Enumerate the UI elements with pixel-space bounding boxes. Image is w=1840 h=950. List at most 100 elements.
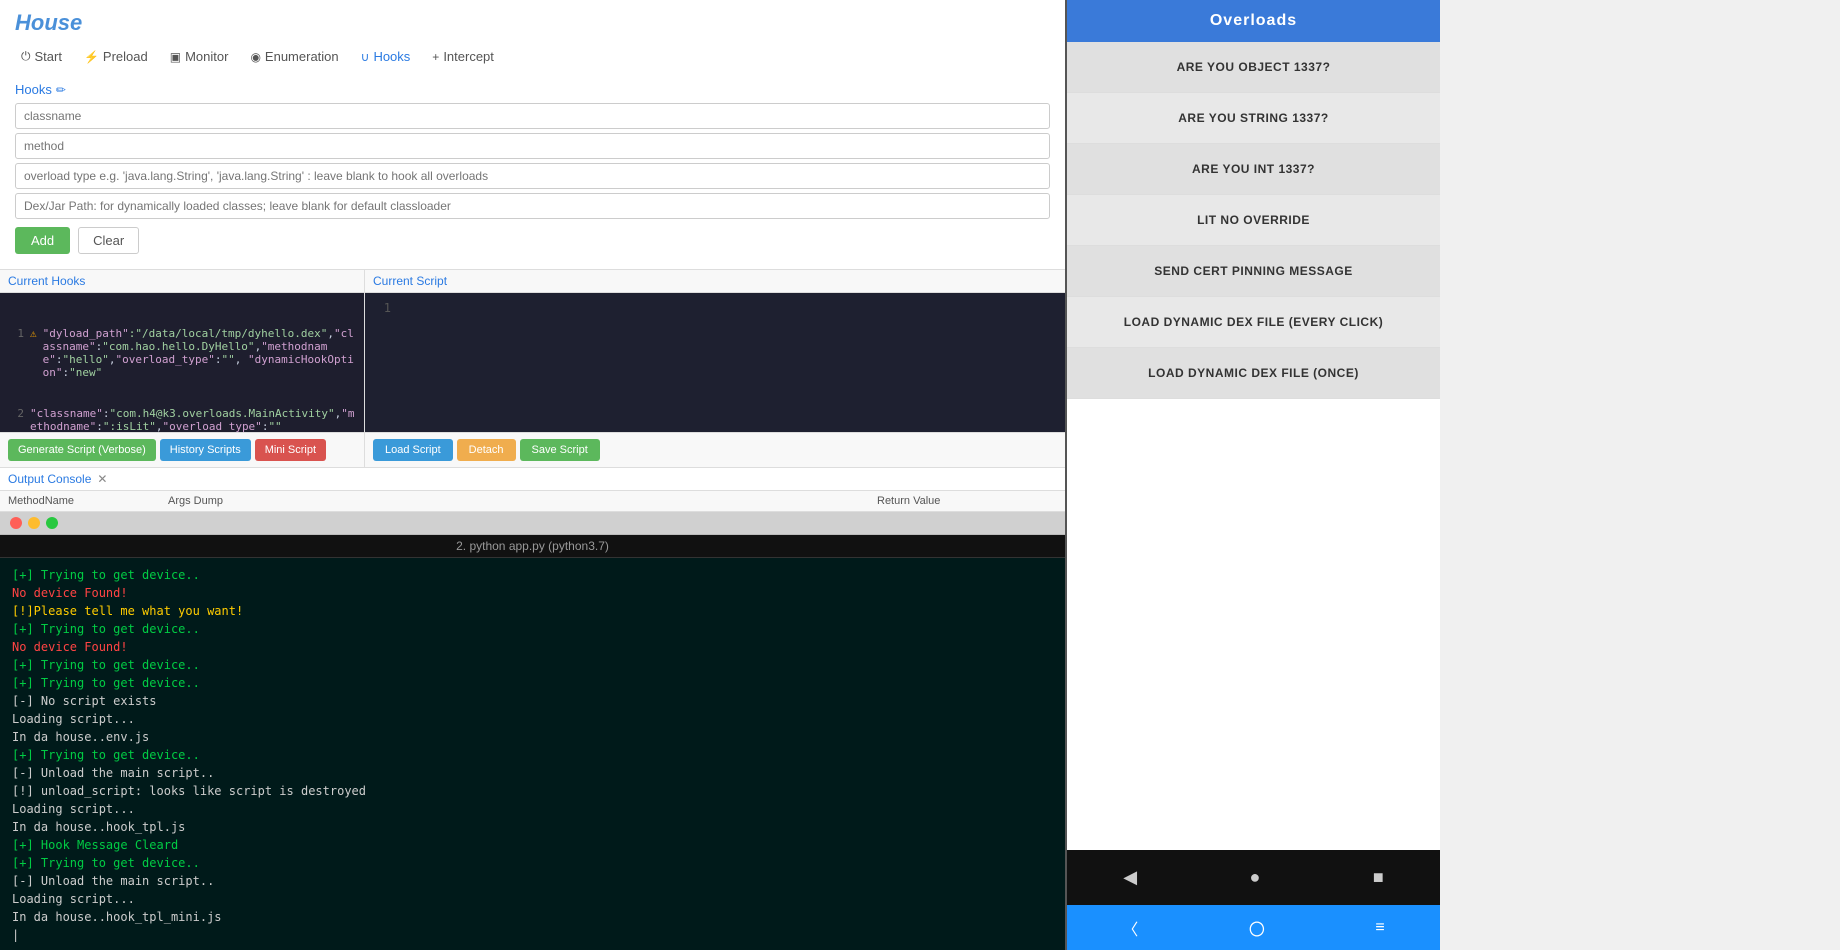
tab-intercept[interactable]: + Intercept <box>426 46 500 67</box>
term-line-17: [+] Trying to get device.. <box>12 854 1053 872</box>
tab-preload[interactable]: ⚡ Preload <box>78 46 154 67</box>
intercept-icon: + <box>432 50 439 64</box>
hooks-editor[interactable]: 1 ⚠ "dyload_path":"/data/local/tmp/dyhel… <box>0 293 364 432</box>
tab-enum-label: Enumeration <box>265 49 339 64</box>
script-action-buttons: Load Script Detach Save Script <box>365 432 1065 467</box>
term-line-1: [+] Trying to get device.. <box>12 566 1053 584</box>
term-line-4: [+] Trying to get device.. <box>12 620 1053 638</box>
device-nav-bar: ◀ ● ■ <box>1067 850 1440 905</box>
history-scripts-button[interactable]: History Scripts <box>160 439 251 461</box>
term-line-6: [+] Trying to get device.. <box>12 656 1053 674</box>
maximize-window-dot[interactable] <box>46 517 58 529</box>
terminal-title: 2. python app.py (python3.7) <box>0 535 1065 558</box>
script-editor[interactable]: 1 <box>365 293 1065 432</box>
overload-item-5[interactable]: SEND CERT PINNING MESSAGE <box>1067 246 1440 297</box>
overload-item-2[interactable]: ARE YOU STRING 1337? <box>1067 93 1440 144</box>
nav-tabs: ⏻ Start ⚡ Preload ▣ Monitor ◉ Enumeratio… <box>15 46 1050 67</box>
current-hooks-panel: Current Hooks 1 ⚠ "dyload_path":"/data/l… <box>0 270 365 467</box>
bottom-menu-button[interactable]: ≡ <box>1375 919 1384 937</box>
device-header: Overloads <box>1067 0 1440 42</box>
line-num-1: 1 <box>8 327 24 379</box>
bottom-home-button[interactable]: 〇 <box>1249 916 1265 940</box>
save-script-button[interactable]: Save Script <box>520 439 600 461</box>
term-line-19: Loading script... <box>12 890 1053 908</box>
term-line-18: [-] Unload the main script.. <box>12 872 1053 890</box>
mini-script-button[interactable]: Mini Script <box>255 439 326 461</box>
script-line-numbers: 1 <box>365 293 395 432</box>
editors-section: Current Hooks 1 ⚠ "dyload_path":"/data/l… <box>0 269 1065 467</box>
hooks-icon: ∪ <box>361 50 370 64</box>
overload-item-6[interactable]: LOAD DYNAMIC DEX FILE (EVERY CLICK) <box>1067 297 1440 348</box>
monitor-icon: ▣ <box>170 50 181 64</box>
term-line-14: Loading script... <box>12 800 1053 818</box>
term-line-11: [+] Trying to get device.. <box>12 746 1053 764</box>
tab-intercept-label: Intercept <box>443 49 494 64</box>
term-line-13: [!] unload_script: looks like script is … <box>12 782 1053 800</box>
enum-icon: ◉ <box>250 50 260 64</box>
hooks-section-label: Hooks ✏ <box>15 82 1050 97</box>
home-nav-button[interactable]: ● <box>1250 867 1261 888</box>
generate-script-button[interactable]: Generate Script (Verbose) <box>8 439 156 461</box>
edit-icon[interactable]: ✏ <box>56 83 66 97</box>
tab-start[interactable]: ⏻ Start <box>15 46 68 67</box>
clear-button[interactable]: Clear <box>78 227 139 254</box>
app-title: House <box>15 10 1050 36</box>
close-console-icon[interactable]: ✕ <box>97 472 107 486</box>
tab-start-label: Start <box>35 49 62 64</box>
method-input[interactable] <box>15 133 1050 159</box>
back-nav-button[interactable]: ◀ <box>1123 867 1137 888</box>
output-table-header: MethodName Args Dump Return Value <box>0 490 1065 512</box>
close-window-dot[interactable] <box>10 517 22 529</box>
output-console: Output Console ✕ MethodName Args Dump Re… <box>0 467 1065 512</box>
start-icon: ⏻ <box>21 49 31 64</box>
classname-input[interactable] <box>15 103 1050 129</box>
load-script-button[interactable]: Load Script <box>373 439 453 461</box>
current-script-label: Current Script <box>365 270 1065 293</box>
tab-enumeration[interactable]: ◉ Enumeration <box>244 46 344 67</box>
term-line-3: [!]Please tell me what you want! <box>12 602 1053 620</box>
preload-icon: ⚡ <box>84 50 99 64</box>
warning-icon-1: ⚠ <box>30 327 37 379</box>
right-panel: Overloads ARE YOU OBJECT 1337? ARE YOU S… <box>1065 0 1440 950</box>
terminal-content[interactable]: [+] Trying to get device.. No device Fou… <box>0 558 1065 950</box>
bottom-back-button[interactable]: 〈 <box>1122 916 1138 940</box>
term-cursor-line: | <box>12 926 1053 944</box>
term-line-8: [-] No script exists <box>12 692 1053 710</box>
window-controls-bar <box>0 512 1065 535</box>
overloads-list: ARE YOU OBJECT 1337? ARE YOU STRING 1337… <box>1067 42 1440 850</box>
dex-input[interactable] <box>15 193 1050 219</box>
term-line-16: [+] Hook Message Cleard <box>12 836 1053 854</box>
term-line-12: [-] Unload the main script.. <box>12 764 1053 782</box>
tab-preload-label: Preload <box>103 49 148 64</box>
current-script-panel: Current Script 1 Load Script Detach Save… <box>365 270 1065 467</box>
term-line-5: No device Found! <box>12 638 1053 656</box>
overload-item-3[interactable]: ARE YOU INT 1337? <box>1067 144 1440 195</box>
hooks-content-2: "classname":"com.h4@k3.overloads.MainAct… <box>30 407 356 432</box>
output-console-label: Output Console ✕ <box>0 468 1065 490</box>
recent-nav-button[interactable]: ■ <box>1373 867 1384 888</box>
device-bottom-bar: 〈 〇 ≡ <box>1067 905 1440 950</box>
add-button[interactable]: Add <box>15 227 70 254</box>
tab-monitor[interactable]: ▣ Monitor <box>164 46 235 67</box>
term-line-15: In da house..hook_tpl.js <box>12 818 1053 836</box>
overload-item-4[interactable]: LIT NO OVERRIDE <box>1067 195 1440 246</box>
term-line-9: Loading script... <box>12 710 1053 728</box>
overload-item-7[interactable]: LOAD DYNAMIC DEX FILE (ONCE) <box>1067 348 1440 399</box>
term-line-10: In da house..env.js <box>12 728 1053 746</box>
hooks-action-buttons: Generate Script (Verbose) History Script… <box>0 432 364 467</box>
minimize-window-dot[interactable] <box>28 517 40 529</box>
term-line-20: In da house..hook_tpl_mini.js <box>12 908 1053 926</box>
current-hooks-label: Current Hooks <box>0 270 364 293</box>
method-col-header: MethodName <box>8 495 168 507</box>
tab-hooks[interactable]: ∪ Hooks <box>355 46 417 67</box>
detach-button[interactable]: Detach <box>457 439 516 461</box>
term-line-7: [+] Trying to get device.. <box>12 674 1053 692</box>
hooks-section: Hooks ✏ Add Clear <box>15 77 1050 259</box>
hooks-content-1: "dyload_path":"/data/local/tmp/dyhello.d… <box>43 327 356 379</box>
overload-input[interactable] <box>15 163 1050 189</box>
overload-item-1[interactable]: ARE YOU OBJECT 1337? <box>1067 42 1440 93</box>
tab-monitor-label: Monitor <box>185 49 228 64</box>
args-col-header: Args Dump <box>168 495 877 507</box>
term-line-2: No device Found! <box>12 584 1053 602</box>
terminal-cursor: | <box>12 928 19 942</box>
